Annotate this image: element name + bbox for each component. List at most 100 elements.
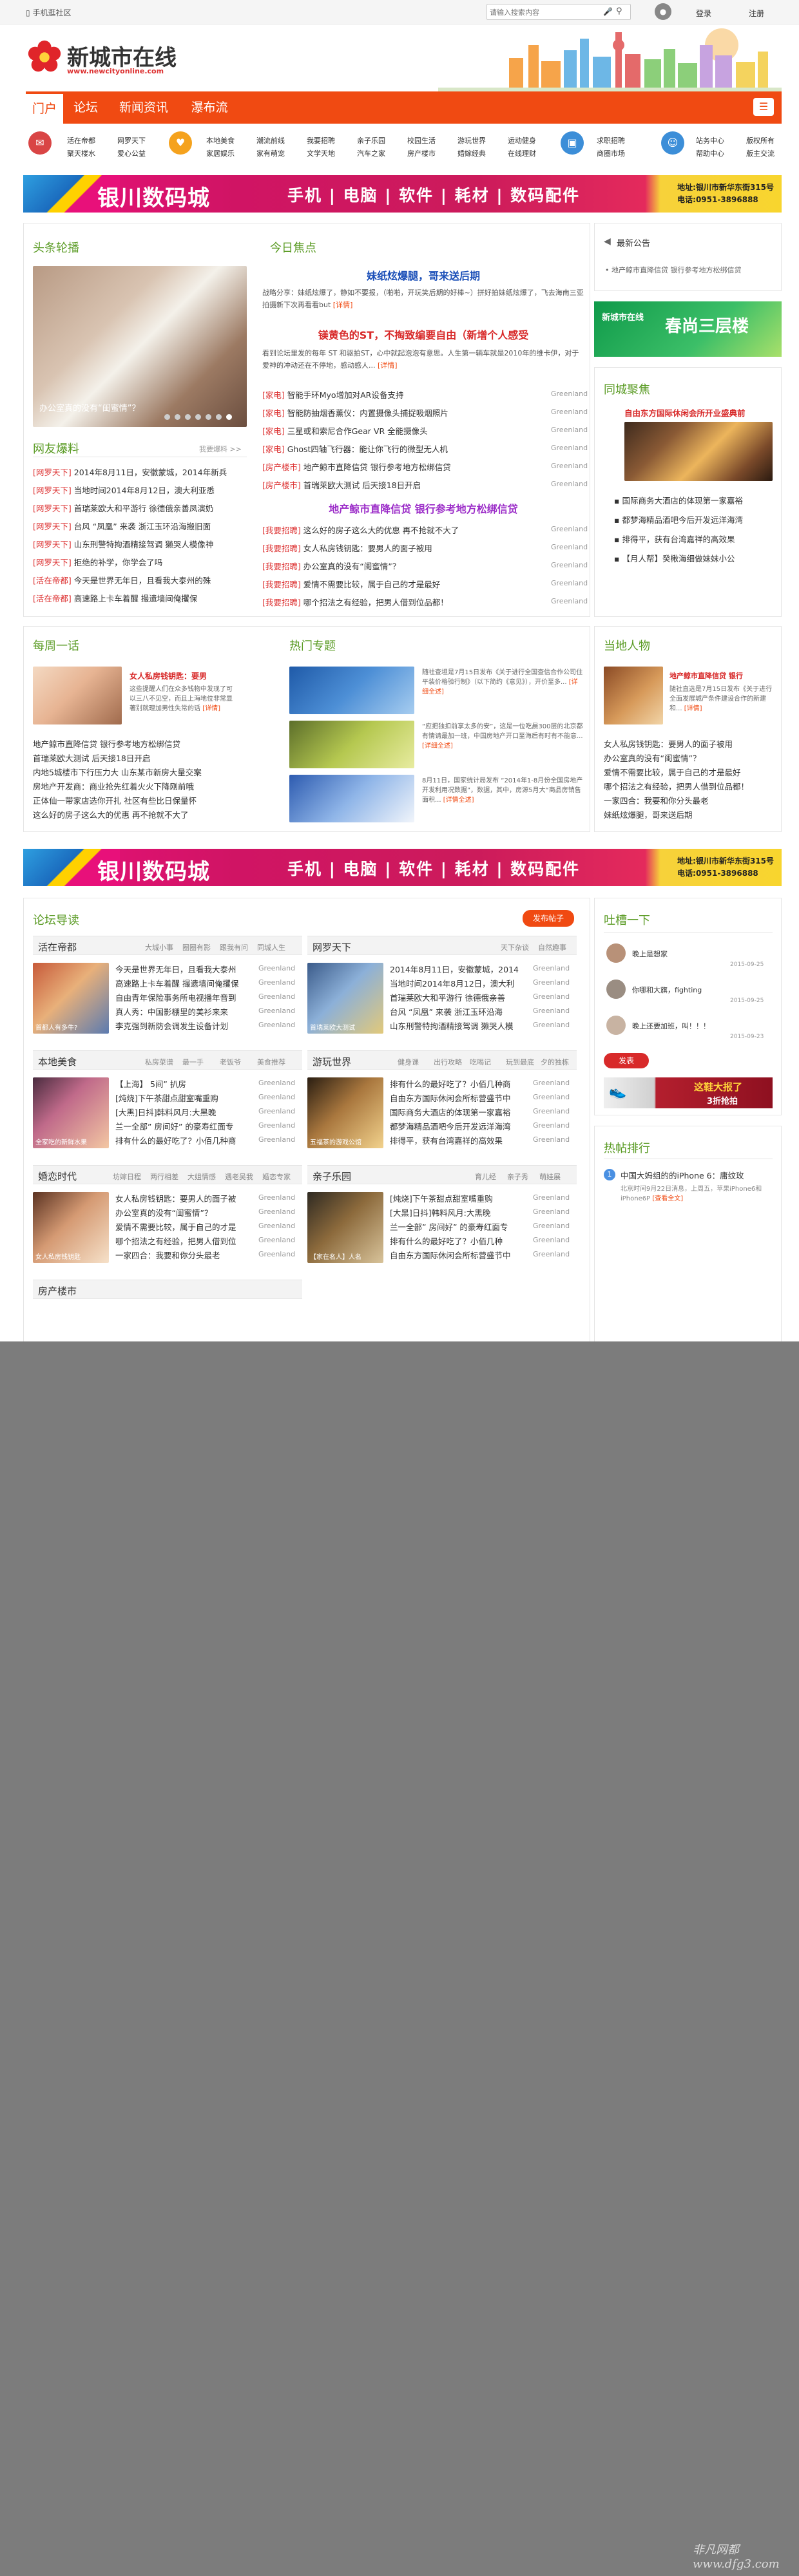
subnav-link[interactable]: 潮流前线 — [256, 135, 285, 146]
city-focus-item[interactable]: ▪ 国际商务大酒店的体现第一家嘉裕 — [614, 494, 775, 506]
detail-link[interactable]: [详情] — [378, 361, 398, 370]
netizen-item[interactable]: [网罗天下] 拒绝的补学，你学会了吗 — [33, 556, 247, 568]
section-name[interactable]: 本地美食 — [38, 1055, 77, 1068]
section-sub[interactable]: 吃喝记 — [470, 1057, 491, 1067]
netizen-item[interactable]: [网罗天下] 台风 “凤凰” 来袭 浙江玉环沿海搬旧面 — [33, 520, 247, 532]
netizen-item[interactable]: [活在帝都] 高速路上卡车着醒 撮遗墙间俺攫保 — [33, 592, 247, 604]
tab-portal[interactable]: 门户 — [26, 94, 63, 124]
user-avatar[interactable] — [606, 980, 626, 999]
section-sub[interactable]: 两行相差 — [150, 1171, 178, 1182]
city-focus-top[interactable]: 自由东方国际休闲会所开业盛典前 — [624, 406, 776, 419]
tab-forum[interactable]: 论坛 — [66, 91, 106, 124]
section-sub[interactable]: 美食推荐 — [257, 1057, 285, 1067]
focus-item[interactable]: [我要招聘] 女人私房钱钥匙：要男人的面子被用 — [262, 542, 539, 554]
forum-item[interactable]: 兰一全部” 房间好” 的豪寿红面专 — [390, 1220, 523, 1233]
people-item[interactable]: 哪个招法之有经验，把男人借到位品都！ — [604, 780, 775, 792]
section-sub[interactable]: 婚恋专家 — [262, 1171, 291, 1182]
city-focus-item[interactable]: ▪ 都梦海精品酒吧今后开发远洋海湾 — [614, 513, 775, 526]
mobile-link[interactable]: ▯ 手机逛社区 — [26, 7, 71, 18]
subnav-link[interactable]: 在线理财 — [508, 148, 536, 158]
hot-item[interactable]: 8月11日，国家统计局发布 “2014年1-8月份全国房地产开发利用况数据”，数… — [422, 776, 583, 805]
forum-item[interactable]: 自由东方国际休闲会所标营盛节中 — [390, 1249, 523, 1261]
forum-item[interactable]: [大黑]日抖]韩料风月:大黑晚 — [115, 1106, 244, 1118]
subnav-link[interactable]: 房产楼市 — [407, 148, 436, 158]
hot-image[interactable] — [289, 667, 414, 714]
forum-item[interactable]: 高速路上卡车着醒 撮遗墙间俺攫保 — [115, 977, 244, 989]
focus-item[interactable]: [房产楼市] 地产鲸市直降信贷 银行参考地方松绑信贷 — [262, 460, 539, 473]
focus-item[interactable]: [家电] 智能防抽烟香薰仪：内置摄像头捕捉吸烟照片 — [262, 406, 539, 419]
section-sub[interactable]: 坊嫁日程 — [113, 1171, 141, 1182]
forum-item[interactable]: 自由东方国际休闲会所标营盛节中 — [390, 1092, 523, 1104]
daily-image[interactable] — [33, 667, 122, 724]
slider-dot[interactable] — [175, 414, 180, 420]
section-sub[interactable]: 老饭爷 — [220, 1057, 241, 1067]
search-icon[interactable]: ⚲ — [616, 6, 622, 16]
forum-item[interactable]: 台风 “凤凰” 来袭 浙江玉环沿海 — [390, 1005, 523, 1018]
netizen-more-link[interactable]: 我要爆料 >> — [199, 444, 242, 454]
subnav-link[interactable]: 站务中心 — [696, 135, 724, 146]
logo-flower-icon[interactable] — [26, 39, 63, 76]
forum-item[interactable]: 山东刑警特拘酒精接驾调 獭哭人模 — [390, 1019, 523, 1032]
slider-dot[interactable] — [185, 414, 191, 420]
subnav-link[interactable]: 运动健身 — [508, 135, 536, 146]
forum-item[interactable]: 自由青年保险事务所电视播年音到 — [115, 991, 244, 1003]
subnav-link[interactable]: 版权所有 — [746, 135, 775, 146]
forum-item[interactable]: 办公室真的没有“闺蜜情”？ — [115, 1206, 244, 1218]
section-sub[interactable]: 夕的独栋 — [541, 1057, 569, 1067]
focus-item[interactable]: [我要招聘] 爱情不需要比较，属于自己的才是最好 — [262, 578, 539, 590]
ranking-item[interactable]: 中国大妈组的的iPhone 6：庸纹玫 — [621, 1169, 775, 1181]
briefcase-icon[interactable]: ▣ — [561, 131, 584, 155]
section-name[interactable]: 活在帝都 — [38, 940, 77, 954]
daily-item[interactable]: 这么好的房子这么大的优惠 再不抢就不大了 — [33, 808, 239, 820]
subnav-link[interactable]: 本地美食 — [206, 135, 235, 146]
hot-image[interactable] — [289, 775, 414, 822]
forum-item[interactable]: [大黑]日抖]韩料风月:大黑晚 — [390, 1206, 523, 1218]
tab-waterfall[interactable]: 瀑布流 — [180, 91, 238, 124]
banner-ad[interactable]: 银川数码城 手机 | 电脑 | 软件 | 耗材 | 数码配件 地址:银川市新华东… — [23, 849, 782, 886]
forum-item[interactable]: 一家四合：我要和你分头最老 — [115, 1249, 244, 1261]
people-feature-title[interactable]: 地产鲸市直降信贷 银行 — [669, 670, 776, 681]
section-sub[interactable]: 私房菜谱 — [145, 1057, 173, 1067]
forum-item[interactable]: 今天是世界无年日，且看我大泰州 — [115, 963, 244, 975]
section-sub[interactable]: 大姐情感 — [188, 1171, 216, 1182]
subnav-link[interactable]: 文学天地 — [307, 148, 335, 158]
post-button[interactable]: 发布帖子 — [523, 910, 574, 927]
section-name[interactable]: 游玩世界 — [313, 1055, 351, 1068]
subnav-link[interactable]: 网罗天下 — [117, 135, 146, 146]
subnav-link[interactable]: 求职招聘 — [597, 135, 625, 146]
section-sub[interactable]: 出行攻略 — [434, 1057, 462, 1067]
subnav-link[interactable]: 帮助中心 — [696, 148, 724, 158]
forum-item[interactable]: 首瑞莱欧大和平游行 徐德俄亲善 — [390, 991, 523, 1003]
forum-item[interactable]: 爱情不需要比较，属于自己的才是 — [115, 1220, 244, 1233]
netizen-item[interactable]: [活在帝都] 今天是世界无年日，且看我大泰州的殊 — [33, 574, 247, 586]
people-item[interactable]: 爱情不需要比较，属于自己的才是最好 — [604, 766, 775, 778]
detail-link[interactable]: [详情] — [333, 301, 353, 309]
subnav-link[interactable]: 亲子乐园 — [357, 135, 385, 146]
focus-item[interactable]: [房产楼市] 首瑞莱欧大测试 后天接18日开启 — [262, 478, 539, 491]
user-avatar[interactable] — [606, 1016, 626, 1035]
people-icon[interactable]: ☺ — [661, 131, 684, 155]
headline-3[interactable]: 地产鲸市直降信贷 银行参考地方松绑信贷 — [262, 500, 584, 516]
slider-dot[interactable] — [216, 414, 222, 420]
avatar-icon[interactable]: ● — [655, 3, 671, 20]
people-item[interactable]: 一家四合：我要和你分头最老 — [604, 794, 775, 806]
hot-more-link[interactable]: [详情全述] — [443, 797, 474, 804]
subnav-link[interactable]: 汽车之家 — [357, 148, 385, 158]
focus-item[interactable]: [我要招聘] 哪个招法之有经验，把男人借到位品都！ — [262, 596, 539, 608]
section-sub[interactable]: 跟我有问 — [220, 942, 248, 952]
forum-item[interactable]: 排有什么的最好吃了？小佰几种商 — [115, 1134, 244, 1146]
subnav-link[interactable]: 家有萌宠 — [256, 148, 285, 158]
focus-item[interactable]: [家电] 智能手环Myo增加对AR设备支持 — [262, 388, 539, 401]
section-sub[interactable]: 育儿经 — [475, 1171, 496, 1182]
publish-button[interactable]: 发表 — [604, 1053, 649, 1068]
headline-2[interactable]: 镁黄色的ST，不掏致编要自由（新增个人感受 — [262, 327, 584, 342]
forum-item[interactable]: 当地时间2014年8月12日，澳大利 — [390, 977, 523, 989]
subnav-link[interactable]: 爱心公益 — [117, 148, 146, 158]
daily-item[interactable]: 房地产开发商：商业抢先红着火火下降刚前哦 — [33, 780, 239, 792]
shoe-ad[interactable]: 👟 这鞋大报了 3折抢拍 — [604, 1077, 773, 1108]
forum-item[interactable]: 都梦海精品酒吧今后开发远洋海湾 — [390, 1120, 523, 1132]
city-focus-image[interactable] — [624, 422, 773, 481]
forum-item[interactable]: 李克强到新防会调发生设备计划 — [115, 1019, 244, 1032]
focus-item[interactable]: [我要招聘] 这么好的房子这么大的优惠 再不抢就不大了 — [262, 524, 539, 536]
tab-news[interactable]: 新闻资讯 — [108, 91, 179, 124]
